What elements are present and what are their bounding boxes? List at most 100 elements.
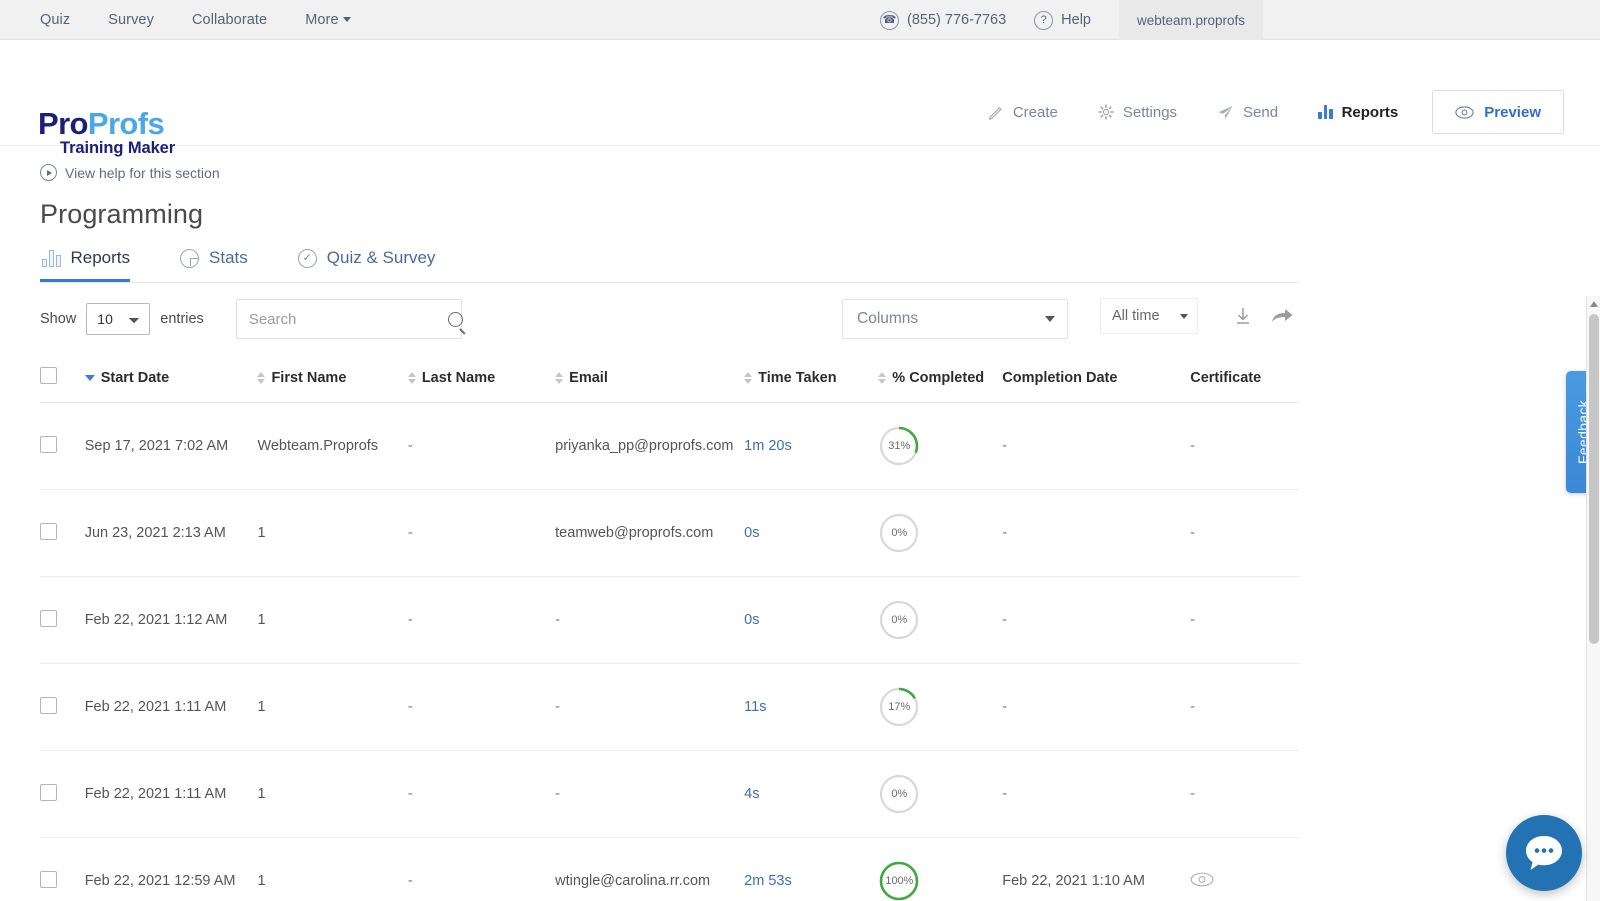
table-header-row: Start Date First Name Last Name Email Ti… (40, 355, 1298, 403)
main-content: View help for this section Programming R… (0, 164, 1600, 901)
search-icon[interactable] (447, 311, 463, 327)
cell-time-taken[interactable]: 2m 53s (744, 837, 879, 901)
entries-per-page-select[interactable]: 102550100 (86, 303, 151, 335)
header-item-reports[interactable]: Reports (1298, 91, 1418, 133)
account-label: webteam.proprofs (1137, 12, 1246, 28)
table-row[interactable]: Feb 22, 2021 12:59 AM 1- wtingle@carolina.… (40, 837, 1298, 901)
cell-time-taken[interactable]: 1m 20s (744, 402, 879, 490)
date-filter-dropdown[interactable]: All time (1100, 298, 1198, 334)
row-checkbox[interactable] (40, 696, 57, 714)
cell-checkbox (40, 750, 85, 838)
proprofs-logo[interactable]: ProProfs Training Maker (38, 108, 175, 157)
header-item-create[interactable]: Create (968, 91, 1078, 133)
view-help-label: View help for this section (65, 164, 220, 181)
cell-pct-completed: 100% (878, 837, 1003, 901)
nav-collaborate-label: Collaborate (191, 11, 268, 28)
header-item-create-label: Create (1012, 103, 1058, 121)
logo-pro: Pro (38, 106, 88, 141)
progress-ring: 0% (878, 599, 920, 641)
nav-collaborate[interactable]: Collaborate (192, 12, 267, 28)
progress-ring: 17% (878, 686, 920, 728)
header-start-date[interactable]: Start Date (84, 355, 258, 403)
progress-ring-label: 0% (891, 614, 908, 626)
search-box[interactable] (235, 299, 463, 339)
row-checkbox[interactable] (40, 609, 57, 627)
account-menu[interactable]: webteam.proprofs (1119, 0, 1264, 40)
table-row[interactable]: Feb 22, 2021 1:12 AM 1- -0s 0% - - (40, 576, 1298, 664)
table-row[interactable]: Feb 22, 2021 1:11 AM 1- -4s 0% - - (40, 750, 1298, 838)
eye-icon[interactable] (1190, 872, 1214, 887)
cell-certificate-value: - (1190, 699, 1196, 715)
sort-both-icon (257, 371, 266, 384)
tab-stats[interactable]: Stats (178, 248, 262, 282)
header-item-send[interactable]: Send (1197, 91, 1298, 133)
view-help-link[interactable]: View help for this section (40, 164, 220, 181)
preview-button[interactable]: Preview (1432, 90, 1564, 134)
table-toolbar: Show 102550100 entries Columns All time (40, 283, 1298, 355)
row-checkbox[interactable] (40, 783, 57, 801)
cell-completion-date: - (1002, 402, 1191, 490)
help-link[interactable]: ? Help (1034, 10, 1091, 30)
cell-first-name: 1 (257, 663, 408, 751)
tab-reports[interactable]: Reports (40, 248, 144, 282)
download-button[interactable] (1232, 305, 1254, 327)
columns-dropdown[interactable]: Columns (842, 299, 1068, 339)
search-input[interactable] (248, 310, 448, 328)
table-row[interactable]: Sep 17, 2021 7:02 AM Webteam.Proprofs - pri… (40, 402, 1298, 490)
nav-more[interactable]: More (305, 12, 351, 28)
cell-last-name: - (407, 402, 556, 490)
cell-first-name: 1 (257, 837, 408, 901)
header-time-taken-label: Time Taken (758, 369, 837, 386)
header-last-name-label: Last Name (421, 369, 496, 386)
row-checkbox[interactable] (40, 870, 57, 888)
cell-time-taken[interactable]: 0s (744, 576, 879, 664)
header-email[interactable]: Email (555, 355, 745, 403)
chat-button[interactable] (1506, 815, 1582, 891)
row-checkbox[interactable] (40, 522, 57, 540)
help-label: Help (1061, 12, 1091, 28)
header-first-name[interactable]: First Name (257, 355, 408, 403)
chevron-down-icon (342, 17, 351, 23)
sort-both-icon (744, 371, 753, 384)
cell-pct-completed: 17% (878, 663, 1003, 751)
header-pct-completed[interactable]: % Completed (878, 355, 1003, 403)
nav-survey-label: Survey (108, 11, 154, 28)
cell-start-date: Feb 22, 2021 1:11 AM (84, 663, 258, 751)
cell-email: - (555, 663, 745, 751)
cell-pct-completed: 31% (878, 402, 1003, 490)
header-time-taken[interactable]: Time Taken (744, 355, 879, 403)
bar-chart-icon (42, 249, 61, 267)
table-row[interactable]: Feb 22, 2021 1:11 AM 1- -11s 17% - - (40, 663, 1298, 751)
tab-quiz-survey[interactable]: ✓ Quiz & Survey (296, 248, 450, 282)
cell-email: - (555, 750, 745, 838)
app-root: Quiz Survey Collaborate More ☎ (855) 776… (0, 0, 1600, 901)
share-button[interactable] (1270, 305, 1293, 327)
table-row[interactable]: Jun 23, 2021 2:13 AM 1- teamweb@proprofs.c… (40, 489, 1298, 577)
cell-time-taken[interactable]: 0s (744, 489, 879, 577)
nav-quiz[interactable]: Quiz (40, 12, 70, 28)
cell-certificate: - (1190, 402, 1298, 490)
header-item-settings[interactable]: Settings (1078, 91, 1197, 133)
select-all-checkbox[interactable] (40, 367, 57, 384)
sort-desc-icon (84, 374, 95, 381)
chat-bubble-icon (1526, 836, 1562, 870)
row-checkbox[interactable] (40, 435, 57, 453)
nav-survey[interactable]: Survey (108, 12, 154, 28)
scrollbar-thumb[interactable] (1589, 314, 1599, 644)
show-label: Show (40, 311, 77, 327)
phone-number[interactable]: ☎ (855) 776-7763 (880, 10, 1006, 30)
header-email-label: Email (569, 369, 608, 386)
cell-completion-date: - (1002, 663, 1191, 751)
cell-certificate-value: - (1190, 525, 1196, 541)
header-last-name[interactable]: Last Name (407, 355, 556, 403)
header-certificate: Certificate (1190, 355, 1298, 403)
cell-time-taken[interactable]: 11s (744, 663, 879, 751)
page-scrollbar[interactable] (1586, 296, 1600, 901)
cell-pct-completed: 0% (878, 489, 1003, 577)
scroll-up-icon[interactable] (1590, 301, 1598, 307)
cell-certificate-value: - (1190, 438, 1196, 454)
share-icon (1272, 309, 1293, 322)
cell-time-taken[interactable]: 4s (744, 750, 879, 838)
header-completion-date: Completion Date (1002, 355, 1191, 403)
utility-bar: Quiz Survey Collaborate More ☎ (855) 776… (0, 0, 1600, 40)
